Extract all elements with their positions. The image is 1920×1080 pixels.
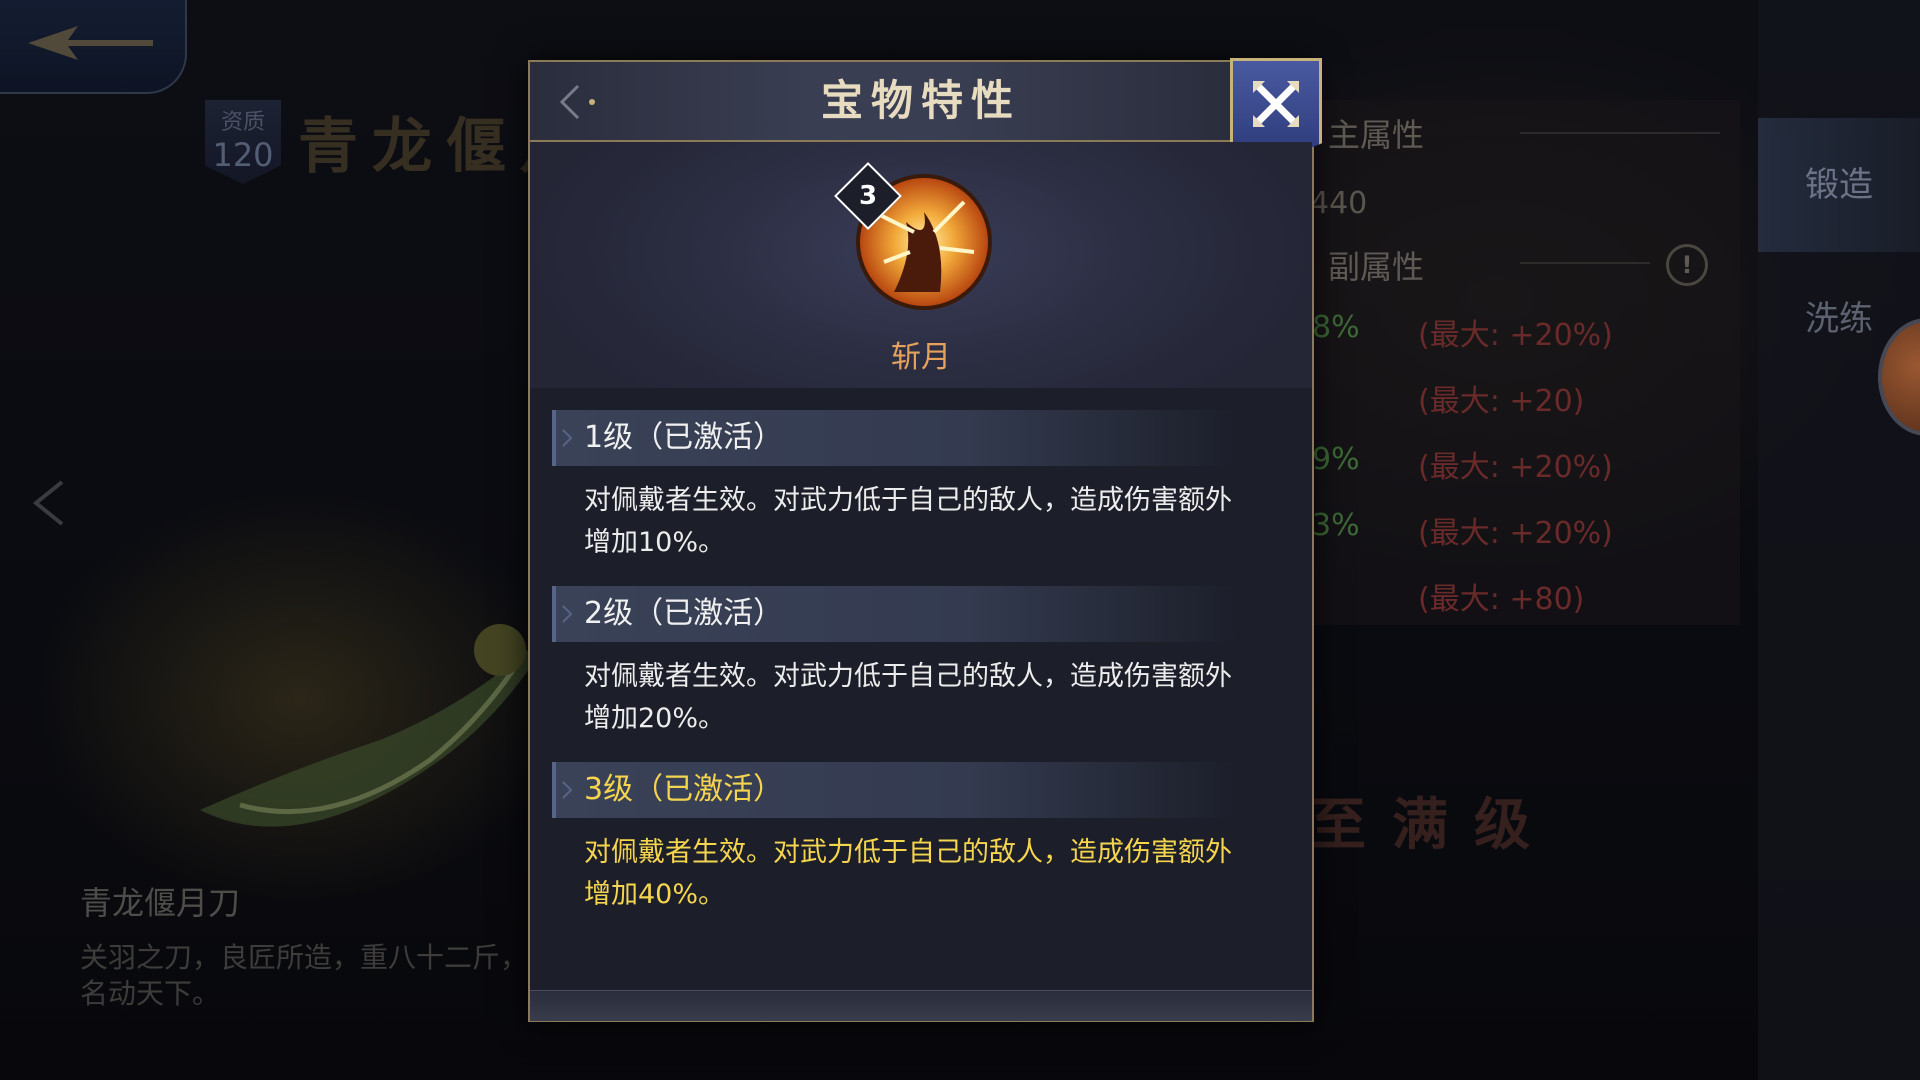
item-name: 青龙偃月刀	[80, 884, 241, 922]
main-attr-value: 440	[1310, 186, 1368, 221]
sub-attr-max: (最大: +20)	[1418, 384, 1585, 419]
divider	[1520, 262, 1650, 264]
sub-attr-max: (最大: +80)	[1418, 582, 1585, 617]
sub-attr-label: 副属性	[1328, 248, 1425, 286]
info-warning-icon[interactable]: !	[1666, 244, 1708, 286]
sub-attr-max: (最大: +20%)	[1418, 516, 1613, 551]
level-title: 2级（已激活）	[584, 596, 784, 631]
level-description: 对佩戴者生效。对武力低于自己的敌人，造成伤害额外增加40%。	[584, 837, 1232, 910]
chevron-right-icon	[562, 429, 573, 447]
treasure-traits-dialog: 宝物特性 3 斩月 1级（已激活） 对佩戴者生效。对武力低于自己的敌人，造成伤害…	[528, 58, 1322, 1022]
level-description: 对佩戴者生效。对武力低于自己的敌人，造成伤害额外增加20%。	[584, 661, 1232, 734]
sub-attr-max: (最大: +20%)	[1418, 450, 1613, 485]
chevron-right-icon	[562, 781, 573, 799]
sub-attr-value: 8%	[1312, 310, 1360, 345]
quality-value: 120	[212, 136, 274, 174]
skill-display: 3 斩月	[530, 142, 1312, 388]
level-description: 对佩戴者生效。对武力低于自己的敌人，造成伤害额外增加10%。	[584, 485, 1232, 558]
back-arrow-icon	[28, 26, 153, 60]
tab-forge[interactable]: 锻造	[1758, 118, 1920, 252]
weapon-image	[200, 620, 560, 827]
back-button[interactable]	[0, 0, 187, 94]
prev-item-arrow-icon[interactable]	[30, 478, 70, 528]
chevron-right-icon	[562, 605, 573, 623]
quality-label: 资质	[220, 110, 265, 135]
level-title: 1级（已激活）	[584, 420, 784, 455]
level-header: 3级（已激活）	[552, 762, 1236, 818]
sub-attr-max: (最大: +20%)	[1418, 318, 1613, 353]
skill-name: 斩月	[891, 340, 951, 375]
level-header: 2级（已激活）	[552, 586, 1236, 642]
close-icon	[1253, 81, 1299, 127]
main-attr-label: 主属性	[1328, 116, 1425, 154]
sub-attr-value: 9%	[1312, 442, 1360, 477]
level-header: 1级（已激活）	[552, 410, 1236, 466]
item-description: 关羽之刀，良匠所造，重八十二斤，名动天下。	[80, 941, 529, 1010]
level-title: 3级（已激活）	[584, 772, 784, 807]
skill-level-number: 3	[858, 181, 878, 211]
upgrade-hint: 至满级	[1310, 792, 1556, 858]
dialog-footer	[530, 990, 1312, 1021]
divider	[1520, 132, 1720, 134]
sub-attr-value: 3%	[1312, 508, 1360, 543]
dialog-title: 宝物特性	[820, 76, 1021, 125]
side-tab-bar: 锻造 洗练	[1758, 0, 1920, 1080]
